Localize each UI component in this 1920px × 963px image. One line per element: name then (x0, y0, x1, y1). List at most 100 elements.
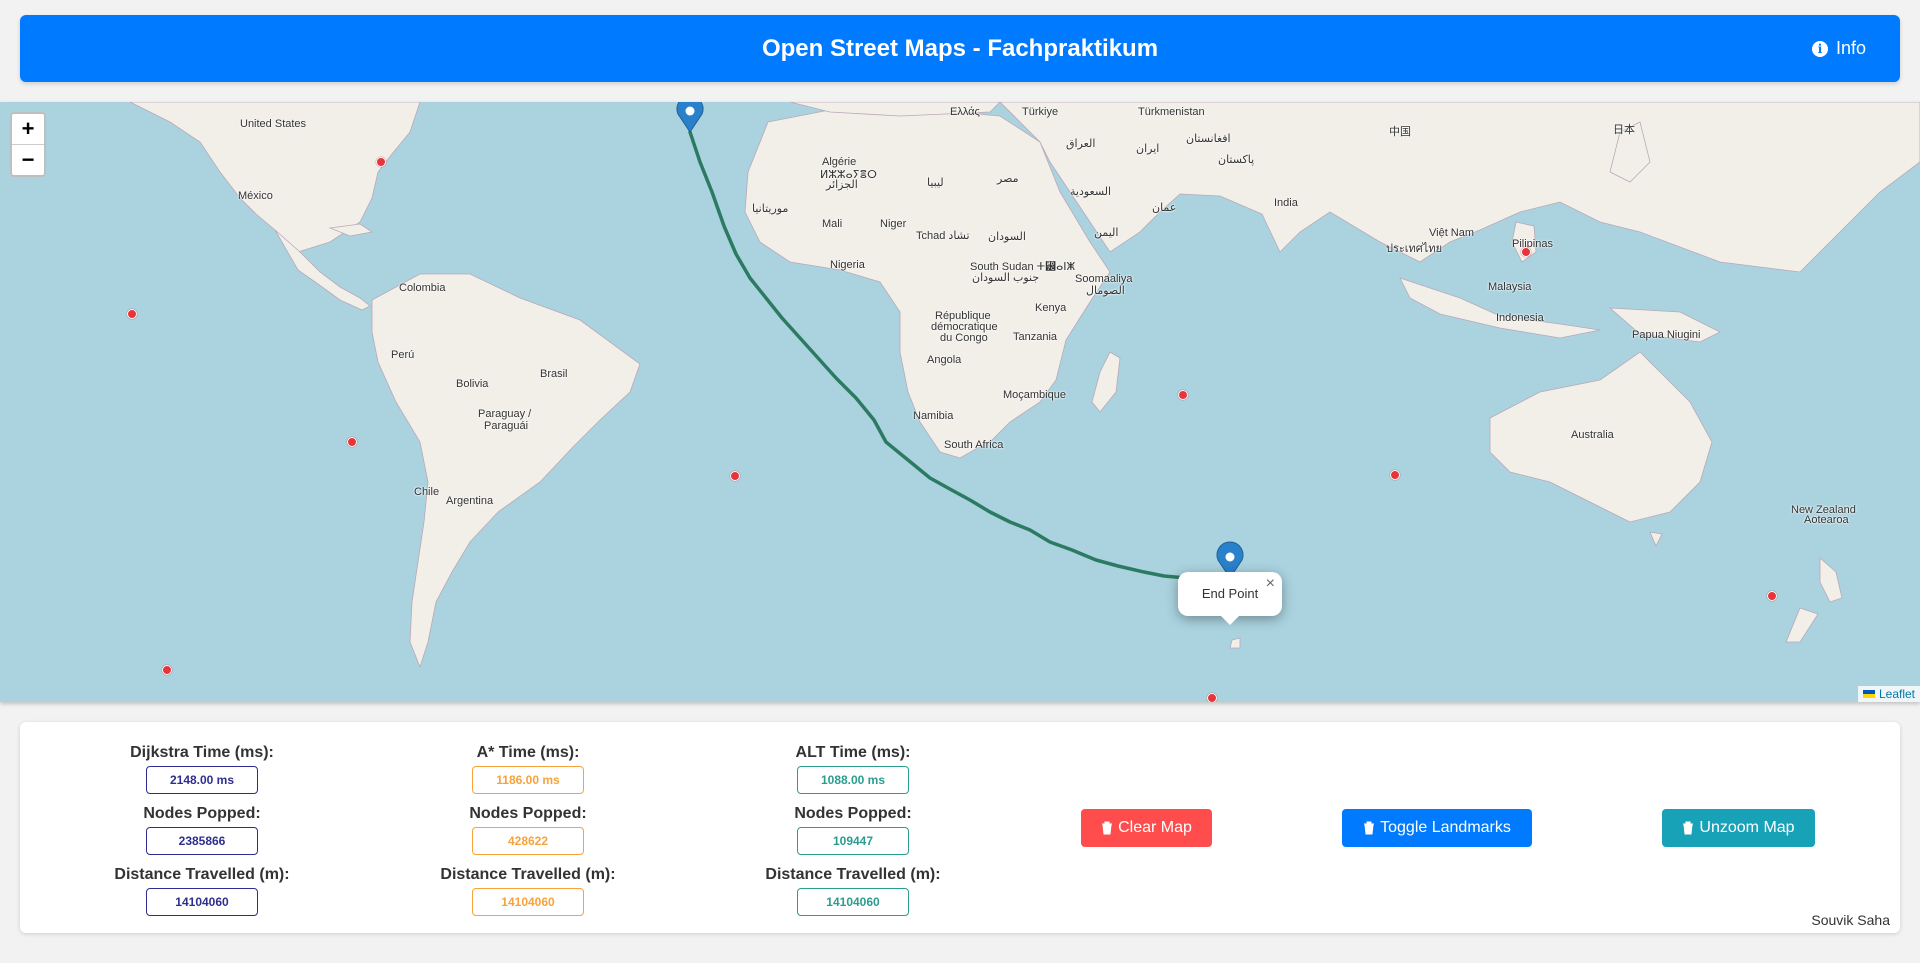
info-label: Info (1835, 38, 1866, 58)
alt-nodes-label: Nodes Popped: (794, 805, 912, 822)
astar-distance-value: 14104060 (472, 888, 584, 916)
map-country-label: الصومال (1086, 285, 1125, 297)
page-title: Open Street Maps - Fachpraktikum (761, 35, 1159, 62)
dijkstra-nodes-label: Nodes Popped: (143, 805, 261, 822)
map-country-label: Kenya (1035, 302, 1067, 314)
popup-text: End Point (1201, 586, 1259, 601)
clear-map-button[interactable]: Clear Map (1081, 809, 1212, 847)
unzoom-map-button[interactable]: Unzoom Map (1662, 809, 1815, 847)
map-country-label: پاکستان (1218, 154, 1255, 166)
map-country-label: Ελλάς (950, 106, 980, 118)
zoom-out-button[interactable]: − (12, 144, 44, 175)
land-tasmania (1649, 531, 1663, 547)
clear-map-label: Clear Map (1118, 819, 1192, 836)
map-country-label: موريتانيا (752, 203, 789, 215)
map-country-label: Algérie (822, 156, 857, 168)
app-header: Open Street Maps - Fachpraktikum i Info (20, 15, 1900, 82)
stats-panel: Dijkstra Time (ms): 2148.00 ms Nodes Pop… (20, 722, 1900, 933)
author-credit: Souvik Saha (1811, 912, 1890, 928)
alt-stats: ALT Time (ms): 1088.00 ms Nodes Popped: … (733, 742, 973, 925)
astar-time-label: A* Time (ms): (476, 744, 580, 761)
landmark-marker[interactable] (1521, 247, 1531, 257)
toggle-landmarks-label: Toggle Landmarks (1380, 819, 1511, 836)
map-attribution: Leaflet (1857, 686, 1920, 702)
land-madagascar (1091, 351, 1121, 413)
map-country-label: Mali (822, 218, 843, 230)
astar-stats: A* Time (ms): 1186.00 ms Nodes Popped: 4… (408, 742, 648, 925)
landmark-marker[interactable] (1207, 693, 1217, 702)
leaflet-link[interactable]: Leaflet (1879, 686, 1915, 702)
end-point-popup: × End Point (1178, 572, 1282, 625)
map-country-label: الجزائر (826, 179, 858, 191)
trash-icon (1364, 821, 1375, 835)
map-country-label: Moçambique (1003, 389, 1066, 401)
astar-distance-label: Distance Travelled (m): (440, 866, 616, 883)
land-south-america (371, 273, 641, 669)
unzoom-map-label: Unzoom Map (1699, 819, 1795, 836)
trash-icon (1102, 821, 1113, 835)
landmark-marker[interactable] (730, 471, 740, 481)
map-country-label: Pilipinas (1512, 238, 1553, 250)
map-country-label: Tchad تشاد (916, 230, 970, 242)
zoom-control: + − (10, 112, 46, 177)
map-country-label: du Congo (940, 332, 988, 344)
land-kerguelen (1229, 637, 1241, 649)
dijkstra-distance-label: Distance Travelled (m): (114, 866, 290, 883)
map-container[interactable]: United States México Colombia Perú Bolivia Br… (0, 102, 1920, 702)
start-marker-icon (676, 102, 704, 133)
map-country-label: Namibia (913, 410, 954, 422)
map-country-label: Papua Niugini (1632, 329, 1701, 341)
landmark-marker[interactable] (162, 665, 172, 675)
map-country-label: Nigeria (830, 259, 865, 271)
map-country-label: Australia (1571, 429, 1614, 441)
map-country-label: ประเทศไทย (1386, 243, 1443, 255)
map-country-label: افغانستان (1186, 133, 1231, 145)
landmark-marker[interactable] (1178, 390, 1188, 400)
map-tiles (129, 102, 1920, 669)
map-country-label: Brasil (540, 368, 568, 380)
landmark-marker[interactable] (347, 437, 357, 447)
landmark-marker[interactable] (127, 309, 137, 319)
map-country-label: Bolivia (456, 378, 489, 390)
dijkstra-time-label: Dijkstra Time (ms): (130, 744, 274, 761)
map-country-label: Aotearoa (1804, 514, 1849, 526)
landmark-marker[interactable] (1767, 591, 1777, 601)
map-country-label: Colombia (399, 282, 446, 294)
map-country-label: South Africa (944, 439, 1004, 451)
dijkstra-stats: Dijkstra Time (ms): 2148.00 ms Nodes Pop… (82, 742, 322, 925)
map-country-label: 日本 (1613, 124, 1635, 136)
map-country-label: Niger (880, 218, 907, 230)
map-country-label: Malaysia (1488, 281, 1532, 293)
toggle-landmarks-button[interactable]: Toggle Landmarks (1342, 809, 1532, 847)
land-new-zealand-south (1785, 607, 1819, 643)
map-country-label: United States (240, 118, 307, 130)
map-country-label: عمان (1152, 202, 1177, 214)
alt-nodes-value: 109447 (797, 827, 909, 855)
map-country-label: Paraguái (484, 420, 529, 432)
map-country-label: Tanzania (1013, 331, 1058, 343)
zoom-in-button[interactable]: + (12, 114, 44, 144)
map-country-label: ایران (1136, 143, 1160, 155)
map-country-label: Türkmenistan (1138, 106, 1205, 118)
map-country-label: مصر (997, 173, 1019, 185)
land-asia (999, 102, 1920, 273)
map-country-label: Paraguay / (478, 408, 532, 420)
dijkstra-nodes-value: 2385866 (146, 827, 258, 855)
map-country-label: جنوب السودان (972, 272, 1040, 284)
map-country-label: Indonesia (1496, 312, 1544, 324)
map-country-label: السودان (988, 231, 1026, 243)
map-country-label: Việt Nam (1429, 227, 1475, 239)
trash-icon (1683, 821, 1694, 835)
map-country-label: Angola (927, 354, 962, 366)
landmark-marker[interactable] (376, 157, 386, 167)
map-country-label: السعودية (1070, 186, 1112, 198)
map-country-label: Chile (414, 486, 440, 498)
astar-nodes-value: 428622 (472, 827, 584, 855)
info-button[interactable]: i Info (1811, 15, 1866, 82)
landmark-marker[interactable] (1390, 470, 1400, 480)
map-country-label: Perú (391, 349, 415, 361)
land-new-zealand (1819, 557, 1843, 603)
astar-nodes-label: Nodes Popped: (469, 805, 587, 822)
map-country-label: India (1274, 197, 1298, 209)
alt-time-value: 1088.00 ms (797, 766, 909, 794)
